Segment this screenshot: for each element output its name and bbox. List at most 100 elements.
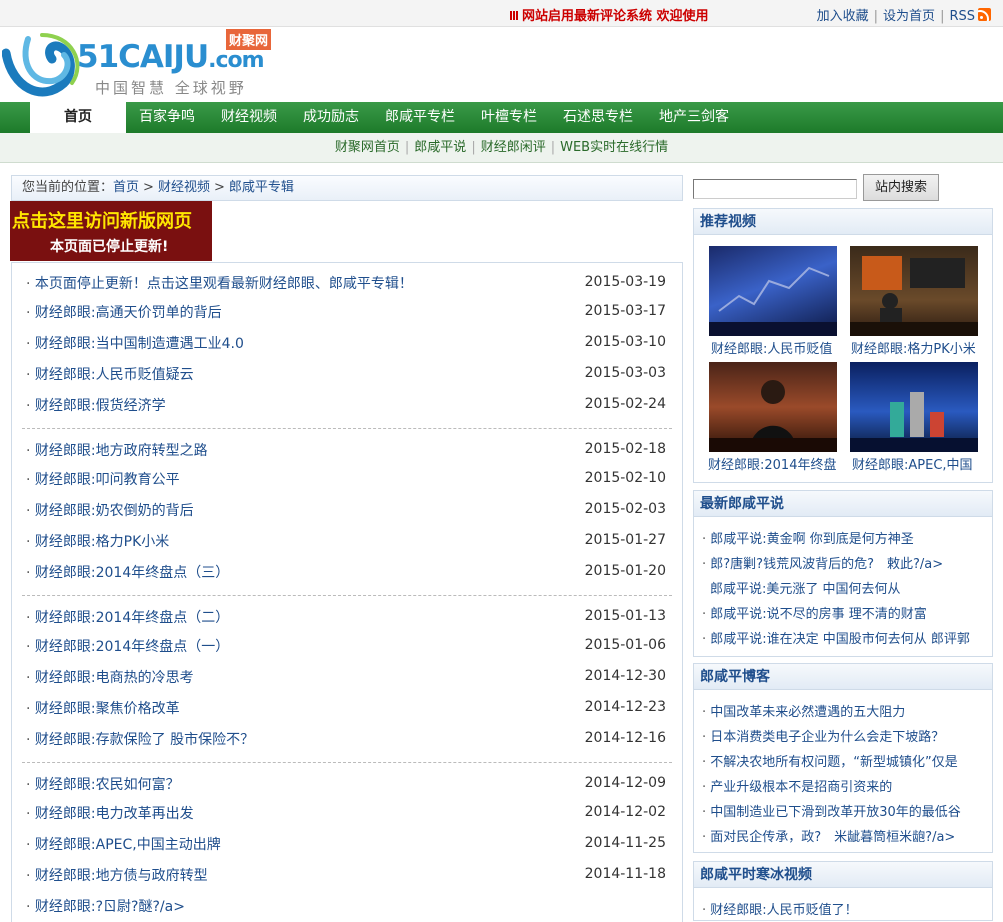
list-item[interactable]: 财经郎眼:人民币贬值了！	[702, 899, 987, 918]
list-item[interactable]: 中国制造业已下滑到改革开放30年的最低谷	[702, 801, 987, 820]
table-row: 财经郎眼:存款保险了 股市保险不？ 2014-12-16	[22, 729, 672, 749]
breadcrumb: 您当前的位置：首页 > 财经视频 > 郎咸平专辑	[11, 175, 683, 201]
article-date: 2015-02-03	[584, 501, 666, 517]
site-logo[interactable]: 51CAIJU.com 财聚网 中国智慧 全球视野	[0, 29, 275, 101]
article-list: 本页面停止更新！点击这里观看最新财经郎眼、郎咸平专辑！ 2015-03-19 财经郎…	[11, 262, 683, 922]
table-row: 财经郎眼:格力PK小米 2015-01-27	[22, 531, 672, 551]
article-date: 2014-12-30	[584, 668, 666, 684]
top-bar: 网站启用最新评论系统 欢迎使用 加入收藏 | 设为首页 | RSS	[0, 0, 1003, 27]
subnav-xianping-link[interactable]: 财经郎闲评	[481, 140, 546, 155]
new-site-banner[interactable]: 点击这里访问新版网页 本页面已停止更新!	[10, 201, 212, 261]
video-thumb[interactable]	[709, 246, 837, 336]
table-row: 财经郎眼:2014年终盘点（一） 2015-01-06	[22, 636, 672, 656]
header: 51CAIJU.com 财聚网 中国智慧 全球视野	[0, 27, 1003, 102]
site-search-button[interactable]: 站内搜索	[863, 174, 939, 201]
panel-recommended-videos: 推荐视频 财经郎眼:人民币贬值 财经郎眼:格力PK小米 财经郎眼:2014年终盘…	[693, 208, 993, 483]
nav-item-success[interactable]: 成功励志	[290, 102, 372, 133]
article-title-link[interactable]: 财经郎眼:聚焦价格改革	[26, 698, 180, 718]
article-date: 2015-01-13	[584, 608, 666, 624]
table-row: 财经郎眼:假货经济学 2015-02-24	[22, 395, 672, 415]
nav-item-baijia[interactable]: 百家争鸣	[126, 102, 208, 133]
list-item[interactable]: 郎咸平说:说不尽的房事 理不清的财富	[702, 603, 987, 622]
article-title-link[interactable]: 财经郎眼:电力改革再出发	[26, 803, 194, 823]
article-date: 2015-01-06	[584, 637, 666, 653]
nav-item-realestate[interactable]: 地产三剑客	[646, 102, 742, 133]
logo-slogan: 中国智慧 全球视野	[95, 79, 247, 97]
article-title-link[interactable]: 财经郎眼:存款保险了 股市保险不？	[26, 729, 254, 749]
article-title-link[interactable]: 财经郎眼:当中国制造遭遇工业4.0	[26, 333, 244, 353]
list-item[interactable]: 面对民企传承，政? 米龇暮筒桓米龅?/a>	[702, 826, 987, 845]
table-row: 财经郎眼:电力改革再出发 2014-12-02	[22, 803, 672, 823]
article-title-link[interactable]: 财经郎眼:?ㄖ尉?醚?/a>	[26, 896, 185, 916]
nav-item-yetan[interactable]: 叶檀专栏	[468, 102, 550, 133]
list-item[interactable]: 日本消费类电子企业为什么会走下坡路？	[702, 726, 987, 745]
chart-screen-icon	[709, 266, 837, 336]
article-date: 2014-12-02	[584, 804, 666, 820]
video-caption[interactable]: 财经郎眼:人民币贬值	[711, 338, 832, 357]
table-row: 本页面停止更新！点击这里观看最新财经郎眼、郎咸平专辑！ 2015-03-19	[22, 273, 672, 293]
nav-item-lang[interactable]: 郎咸平专栏	[372, 102, 468, 133]
article-date: 2014-12-16	[584, 730, 666, 746]
video-thumb[interactable]	[709, 362, 837, 452]
rss-icon[interactable]	[978, 8, 991, 21]
table-row: 财经郎眼:地方债与政府转型 2014-11-18	[22, 865, 672, 885]
group-divider	[22, 428, 672, 429]
breadcrumb-album[interactable]: 郎咸平专辑	[229, 180, 294, 195]
sub-nav: 财聚网首页 | 郎咸平说 | 财经郎闲评 | WEB实时在线行情	[0, 133, 1003, 163]
search-input[interactable]	[693, 179, 857, 199]
article-date: 2015-03-10	[584, 334, 666, 350]
subnav-langshuo-link[interactable]: 郎咸平说	[414, 140, 466, 155]
video-caption[interactable]: 财经郎眼:2014年终盘	[708, 454, 836, 473]
panel-title: 推荐视频	[694, 209, 992, 235]
article-date: 2015-03-17	[584, 303, 666, 319]
article-title-link[interactable]: 财经郎眼:农民如何富？	[26, 774, 180, 794]
panel-title: 郎咸平时寒冰视频	[694, 862, 992, 888]
breadcrumb-home[interactable]: 首页	[113, 180, 139, 195]
article-title-link[interactable]: 财经郎眼:APEC,中国主动出牌	[26, 834, 221, 854]
table-row: 财经郎眼:地方政府转型之路 2015-02-18	[22, 440, 672, 460]
video-caption[interactable]: 财经郎眼:格力PK小米	[851, 338, 976, 357]
article-title-link[interactable]: 财经郎眼:人民币贬值疑云	[26, 364, 194, 384]
list-item[interactable]: 中国改革未来必然遭遇的五大阻力	[702, 701, 987, 720]
article-title-link[interactable]: 本页面停止更新！点击这里观看最新财经郎眼、郎咸平专辑！	[26, 273, 413, 293]
list-item[interactable]: 郎?唐剿?钱荒风波背后的危? 敕此?/a>	[702, 553, 987, 572]
subnav-home-link[interactable]: 财聚网首页	[335, 140, 400, 155]
article-title-link[interactable]: 财经郎眼:地方政府转型之路	[26, 440, 208, 460]
subnav-quotes-link[interactable]: WEB实时在线行情	[560, 140, 668, 155]
set-homepage-link[interactable]: 设为首页	[883, 9, 935, 24]
top-links: 加入收藏 | 设为首页 | RSS	[817, 5, 991, 24]
list-item[interactable]: 郎咸平说:谁在决定 中国股市何去何从 郎评郭	[702, 628, 987, 647]
article-title-link[interactable]: 财经郎眼:高通天价罚单的背后	[26, 302, 222, 322]
video-thumb[interactable]	[850, 362, 978, 452]
video-thumb[interactable]	[850, 246, 978, 336]
list-item[interactable]: 产业升级根本不是招商引资来的	[702, 776, 987, 795]
list-item[interactable]: 郎咸平说:美元涨了 中国何去何从	[702, 578, 987, 597]
table-row: 财经郎眼:2014年终盘点（三） 2015-01-20	[22, 562, 672, 582]
article-title-link[interactable]: 财经郎眼:格力PK小米	[26, 531, 169, 551]
article-date: 2015-01-27	[584, 532, 666, 548]
article-title-link[interactable]: 财经郎眼:奶农倒奶的背后	[26, 500, 194, 520]
article-title-link[interactable]: 财经郎眼:2014年终盘点（一）	[26, 636, 229, 656]
nav-item-video[interactable]: 财经视频	[208, 102, 290, 133]
article-title-link[interactable]: 财经郎眼:电商热的冷思考	[26, 667, 194, 687]
article-title-link[interactable]: 财经郎眼:假货经济学	[26, 395, 166, 415]
article-title-link[interactable]: 财经郎眼:地方债与政府转型	[26, 865, 208, 885]
bar-chart-screen-icon	[850, 392, 978, 452]
interview-scene-icon	[709, 380, 837, 452]
group-divider	[22, 762, 672, 763]
breadcrumb-video[interactable]: 财经视频	[158, 180, 210, 195]
article-title-link[interactable]: 财经郎眼:2014年终盘点（二）	[26, 607, 229, 627]
nav-item-home[interactable]: 首页	[30, 102, 126, 133]
video-caption[interactable]: 财经郎眼:APEC,中国	[852, 454, 973, 473]
add-favorite-link[interactable]: 加入收藏	[817, 9, 869, 24]
nav-item-shishusi[interactable]: 石述思专栏	[550, 102, 646, 133]
article-title-link[interactable]: 财经郎眼:叩问教育公平	[26, 469, 180, 489]
rss-link[interactable]: RSS	[949, 9, 975, 24]
table-row: 财经郎眼:叩问教育公平 2015-02-10	[22, 469, 672, 489]
site-notice[interactable]: 网站启用最新评论系统 欢迎使用	[510, 5, 709, 24]
article-title-link[interactable]: 财经郎眼:2014年终盘点（三）	[26, 562, 229, 582]
article-date: 2014-11-25	[584, 835, 666, 851]
list-item[interactable]: 郎咸平说:黄金啊 你到底是何方神圣	[702, 528, 987, 547]
table-row: 财经郎眼:农民如何富？ 2014-12-09	[22, 774, 672, 794]
list-item[interactable]: 不解决农地所有权问题，“新型城镇化”仅是	[702, 751, 987, 770]
